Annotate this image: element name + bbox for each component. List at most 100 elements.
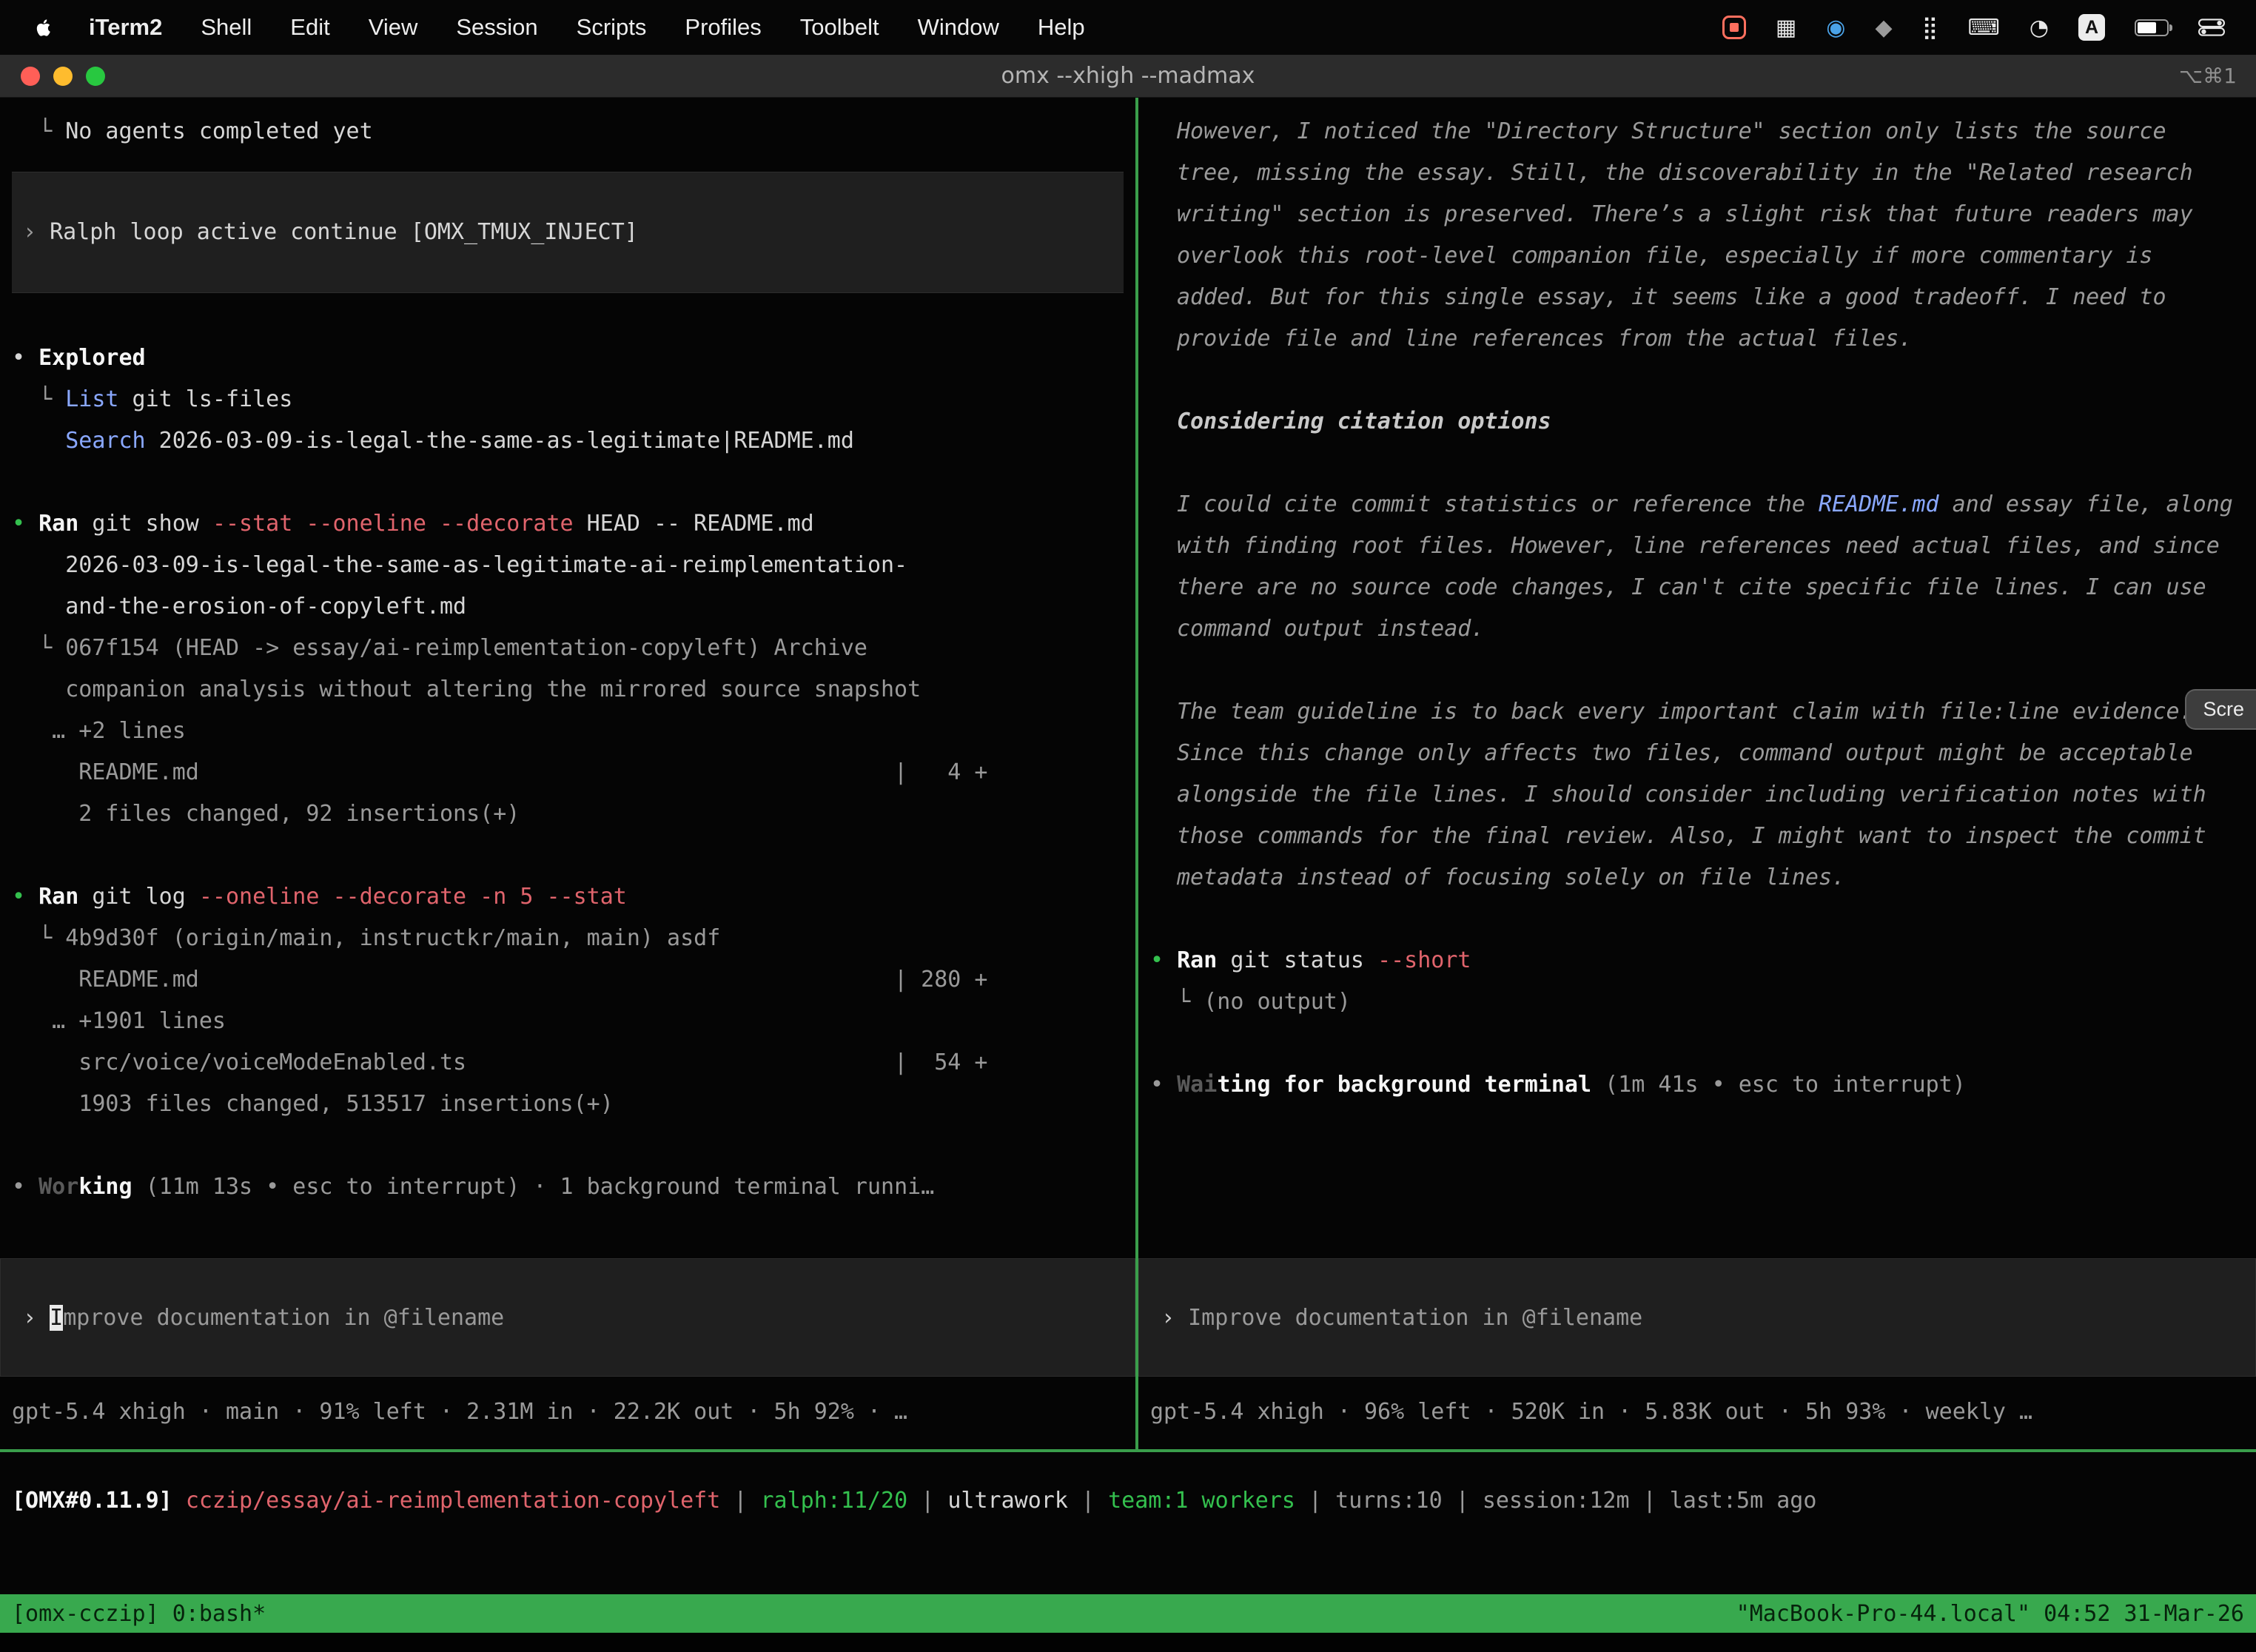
blank-line <box>1150 360 2244 401</box>
prompt-chevron: › <box>23 1305 50 1331</box>
thinking-paragraph: I could cite commit statistics or refere… <box>1150 484 2244 650</box>
text-segment: └ <box>12 118 65 144</box>
omx-status-strip: [OMX#0.11.9] cczip/essay/ai-reimplementa… <box>0 1452 2256 1594</box>
prompt-text: Improve documentation in @filename <box>1188 1305 1642 1331</box>
grid-window-icon[interactable]: ▦ <box>1776 15 1796 41</box>
close-button[interactable] <box>21 67 40 86</box>
text-segment: | <box>907 1488 947 1514</box>
window-shortcut-badge: ⌥⌘1 <box>2179 64 2256 88</box>
menu-iterm2[interactable]: iTerm2 <box>70 14 181 41</box>
text-segment: › <box>23 212 50 253</box>
text-segment: Ran <box>38 884 78 910</box>
text-segment: … +1901 lines <box>12 1008 226 1034</box>
left-terminal-pane[interactable]: └ No agents completed yet › Ralph loop ac… <box>0 98 1135 1449</box>
omx-status-line: [OMX#0.11.9] cczip/essay/ai-reimplementa… <box>12 1480 2244 1522</box>
text-segment: Search <box>65 428 145 454</box>
waiting-status-line: • Waiting for background terminal (1m 41… <box>1150 1064 2244 1106</box>
text-segment: ultrawork <box>947 1488 1068 1514</box>
left-prompt-input[interactable]: › Improve documentation in @filename <box>0 1258 1135 1377</box>
menu-session[interactable]: Session <box>437 14 557 41</box>
menu-view[interactable]: View <box>349 14 437 41</box>
gauge-icon[interactable]: ◔ <box>2030 15 2049 41</box>
output-line: 2 files changed, 92 insertions(+) <box>12 793 1124 835</box>
text-segment: • <box>1150 947 1177 973</box>
tmux-panes: └ No agents completed yet › Ralph loop ac… <box>0 98 2256 1449</box>
blank-line <box>12 462 1124 503</box>
prompt-text: mprove documentation in @filename <box>63 1305 504 1331</box>
left-status-line: gpt-5.4 xhigh · main · 91% left · 2.31M … <box>12 1391 1124 1433</box>
injected-prompt-line: › Ralph loop active continue [OMX_TMUX_I… <box>12 172 1124 293</box>
menu-shell[interactable]: Shell <box>181 14 271 41</box>
text-segment: Considering citation options <box>1177 409 1551 434</box>
text-segment: session:12m <box>1483 1488 1630 1514</box>
minimize-button[interactable] <box>53 67 73 86</box>
blank-line <box>1150 443 2244 484</box>
dots-grid-icon[interactable]: ⣿ <box>1922 15 1938 41</box>
ran-git-log-line: • Ran git log --oneline --decorate -n 5 … <box>12 876 1124 918</box>
text-segment: Ran <box>1177 947 1217 973</box>
keyboard-icon[interactable]: ⌨ <box>1968 15 2000 41</box>
apple-menu[interactable] <box>18 16 70 38</box>
text-segment: README.md | 280 + <box>12 967 988 993</box>
menu-profiles[interactable]: Profiles <box>665 14 780 41</box>
menu-scripts[interactable]: Scripts <box>557 14 666 41</box>
control-center-icon[interactable] <box>2198 18 2225 37</box>
text-segment: | <box>1068 1488 1108 1514</box>
window-title: omx --xhigh --madmax <box>0 63 2256 89</box>
text-segment: Explored <box>38 345 146 371</box>
ran-git-show-line: • Ran git show --stat --oneline --decora… <box>12 503 1124 545</box>
text-segment: cczip/essay/ai-reimplementation-copyleft <box>186 1488 720 1514</box>
bottom-filler <box>0 1633 2256 1652</box>
battery-icon[interactable] <box>2135 19 2169 36</box>
tool-list-line: └ List git ls-files <box>12 379 1124 420</box>
text-segment: last:5m ago <box>1670 1488 1817 1514</box>
zoom-button[interactable] <box>86 67 105 86</box>
text-segment: git ls-files <box>119 386 293 412</box>
prompt-chevron: › <box>1161 1305 1188 1331</box>
blue-app-icon[interactable]: ◉ <box>1826 15 1845 41</box>
text-segment: List <box>65 386 118 412</box>
menu-bar: iTerm2 Shell Edit View Session Scripts P… <box>0 0 2256 55</box>
right-pane-buffer: However, I noticed the "Directory Struct… <box>1150 111 2244 1258</box>
text-segment: • <box>12 345 38 371</box>
tool-search-line: Search 2026-03-09-is-legal-the-same-as-l… <box>12 420 1124 462</box>
text-segment: team:1 workers <box>1108 1488 1295 1514</box>
output-line: └ 4b9d30f (origin/main, instructkr/main,… <box>12 918 1124 959</box>
menu-help[interactable]: Help <box>1018 14 1104 41</box>
tmux-status-bar: [omx-cczip] 0:bash* "MacBook-Pro-44.loca… <box>0 1594 2256 1633</box>
ran-git-status-line: • Ran git status --short <box>1150 940 2244 981</box>
menu-window[interactable]: Window <box>899 14 1018 41</box>
text-segment: ralph:11/20 <box>760 1488 907 1514</box>
left-pane-buffer: └ No agents completed yet › Ralph loop ac… <box>12 111 1124 1258</box>
text-segment: 1903 files changed, 513517 insertions(+) <box>12 1091 614 1117</box>
text-segment <box>172 1488 186 1514</box>
tmux-session-window[interactable]: [omx-cczip] 0:bash* <box>12 1601 266 1627</box>
menu-toolbelt[interactable]: Toolbelt <box>781 14 899 41</box>
text-segment: Ralph loop active continue [OMX_TMUX_INJ… <box>50 212 638 253</box>
thinking-paragraph: However, I noticed the "Directory Struct… <box>1150 111 2244 360</box>
output-line: src/voice/voiceModeEnabled.ts | 54 + <box>12 1042 1124 1084</box>
screen-recording-icon[interactable] <box>1722 16 1746 39</box>
menu-bar-status-icons: ▦ ◉ ◆ ⣿ ⌨ ◔ A <box>1722 14 2238 41</box>
text-segment: • <box>1150 1072 1177 1098</box>
text-segment: --stat --oneline --decorate <box>212 511 574 537</box>
dark-app-icon[interactable]: ◆ <box>1875 15 1892 41</box>
text-segment: I could cite commit statistics or refere… <box>1177 491 1819 517</box>
input-source-icon[interactable]: A <box>2078 14 2105 41</box>
text-segment: git show <box>78 511 212 537</box>
file-name-line: 2026-03-09-is-legal-the-same-as-legitima… <box>12 545 1124 586</box>
notification-popup[interactable]: Scre <box>2185 689 2256 730</box>
text-segment: 2026-03-09-is-legal-the-same-as-legitima… <box>12 552 907 578</box>
blank-line <box>1150 650 2244 691</box>
text-segment: | <box>1295 1488 1335 1514</box>
right-terminal-pane[interactable]: However, I noticed the "Directory Struct… <box>1138 98 2256 1449</box>
blank-line <box>12 835 1124 876</box>
window-title-bar[interactable]: omx --xhigh --madmax ⌥⌘1 <box>0 55 2256 98</box>
traffic-lights <box>0 67 105 86</box>
menu-edit[interactable]: Edit <box>271 14 349 41</box>
right-prompt-input[interactable]: › Improve documentation in @filename <box>1138 1258 2256 1377</box>
text-segment: No agents completed yet <box>65 118 372 144</box>
text-segment <box>12 428 65 454</box>
text-segment: 2 files changed, 92 insertions(+) <box>12 801 520 827</box>
control-center-toggles <box>2198 18 2225 37</box>
